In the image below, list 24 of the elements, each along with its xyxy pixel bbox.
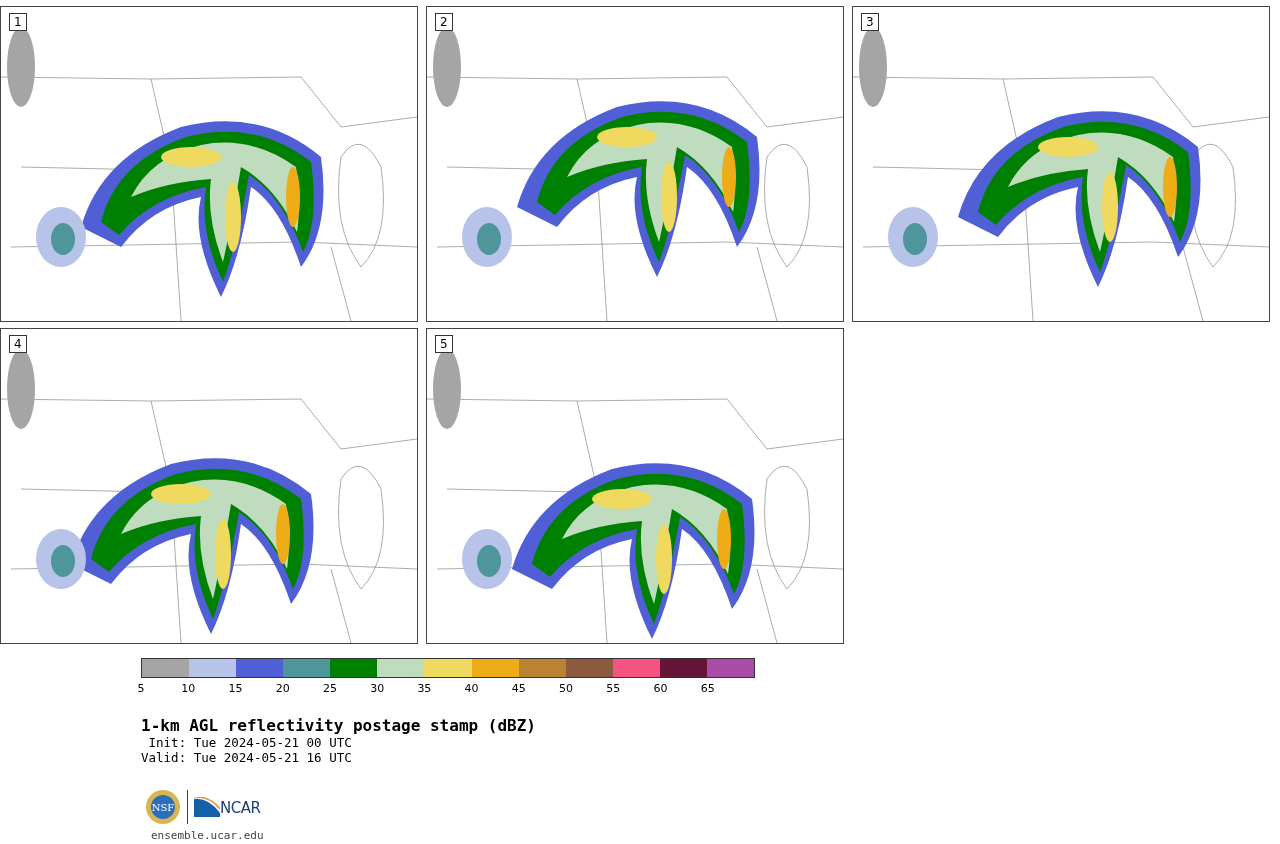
tick-label: 25	[322, 682, 337, 695]
panel-number: 5	[435, 335, 453, 353]
panel-number: 1	[9, 13, 27, 31]
init-time: Init: Tue 2024-05-21 00 UTC	[147, 735, 353, 750]
tick-label: 20	[275, 682, 290, 695]
tick-label: 15	[228, 682, 243, 695]
tick-label: 65	[700, 682, 715, 695]
site-url: ensemble.ucar.edu	[151, 829, 265, 842]
panel-number: 3	[861, 13, 879, 31]
ncar-logo: NCAR	[194, 797, 261, 817]
tick-label: 60	[653, 682, 668, 695]
nsf-logo: NSF	[145, 789, 181, 825]
tick-label: 5	[137, 682, 145, 695]
tick-label: 10	[181, 682, 196, 695]
tick-label: 55	[606, 682, 621, 695]
tick-label: 40	[464, 682, 479, 695]
valid-time: Valid: Tue 2024-05-21 16 UTC	[141, 750, 353, 765]
panel-number: 4	[9, 335, 27, 353]
tick-label: 35	[417, 682, 432, 695]
tick-label: 50	[559, 682, 574, 695]
tick-label: 45	[511, 682, 526, 695]
chart-title: 1-km AGL reflectivity postage stamp (dBZ)	[141, 716, 537, 735]
panel-number: 2	[435, 13, 453, 31]
tick-label: 30	[370, 682, 385, 695]
